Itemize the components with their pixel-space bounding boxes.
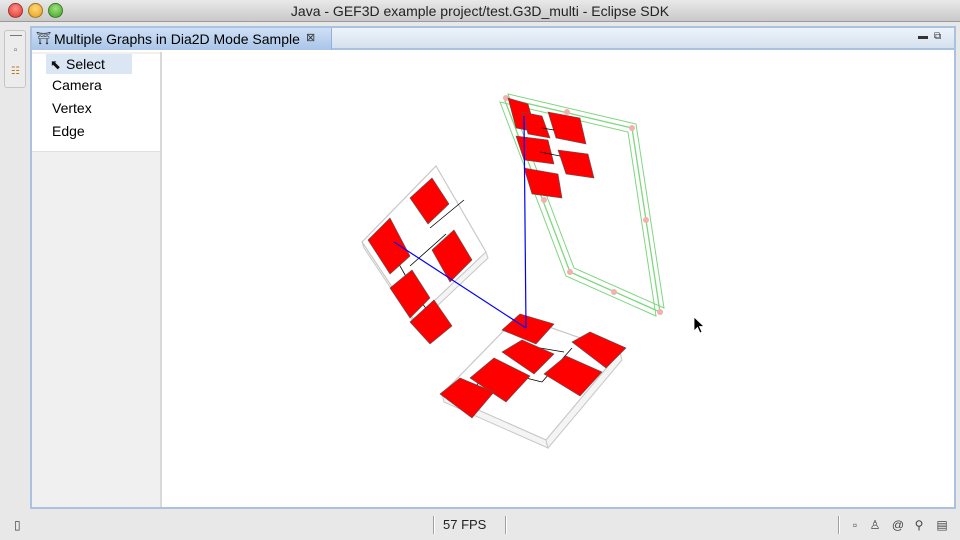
mouse-cursor-icon (693, 316, 706, 334)
status-separator (505, 516, 507, 534)
fast-view-icon[interactable]: ▯ (14, 516, 32, 534)
graph-node[interactable] (521, 111, 551, 139)
at-icon[interactable]: @ (891, 517, 905, 533)
palette-tool-edge[interactable]: Edge (32, 120, 160, 143)
diagram-plane-left[interactable] (361, 165, 489, 345)
status-separator (433, 516, 435, 534)
editor-icon: ⛩ (36, 31, 52, 45)
editor-area: ⛩ Multiple Graphs in Dia2D Mode Sample ⊠… (30, 26, 956, 509)
hierarchy-icon[interactable]: ☷ (10, 66, 21, 77)
palette-tool-vertex[interactable]: Vertex (32, 97, 160, 120)
palette-tool-label: Vertex (52, 100, 92, 116)
trim-separator (10, 35, 22, 36)
editor-tab-label: Multiple Graphs in Dia2D Mode Sample (54, 31, 300, 47)
window-title: Java - GEF3D example project/test.G3D_mu… (290, 3, 670, 19)
palette-tool-camera[interactable]: Camera (32, 74, 160, 97)
maximize-view-icon[interactable]: ⧉ (934, 31, 946, 43)
palette-drawer: ⬉ Select Camera Vertex Edge (32, 54, 160, 152)
search-icon[interactable]: ⚲ (912, 517, 926, 533)
minimize-view-icon[interactable]: ▬ (918, 31, 930, 43)
scene-svg[interactable] (164, 52, 954, 507)
editor-tab[interactable]: ⛩ Multiple Graphs in Dia2D Mode Sample ⊠ (32, 28, 332, 50)
console-icon[interactable]: ▤ (935, 517, 949, 533)
left-trim-stack: ▫ ☷ (4, 30, 26, 88)
graph-node[interactable] (547, 111, 587, 145)
status-bar: ▯ 57 FPS ▫ ♙ @ ⚲ ▤ (0, 512, 960, 540)
palette-tool-label: Camera (52, 77, 102, 93)
graph-node[interactable] (523, 167, 563, 199)
graph-node[interactable] (557, 149, 595, 179)
tool-palette: ⬉ Select Camera Vertex Edge (32, 52, 162, 507)
tab-close-icon[interactable]: ⊠ (306, 32, 318, 44)
person-icon[interactable]: ♙ (868, 517, 882, 533)
diagram-plane-bottom[interactable] (439, 313, 627, 450)
arrow-cursor-icon: ⬉ (50, 57, 61, 72)
status-separator (838, 516, 840, 534)
palette-tool-label: Select (66, 56, 105, 72)
restore-icon[interactable]: ▫ (848, 517, 862, 533)
restore-icon[interactable]: ▫ (10, 45, 21, 56)
window-titlebar: Java - GEF3D example project/test.G3D_mu… (0, 0, 960, 22)
fps-counter: 57 FPS (443, 517, 487, 532)
palette-tool-select[interactable]: ⬉ Select (46, 54, 132, 74)
editor-tabbar: ⛩ Multiple Graphs in Dia2D Mode Sample ⊠… (32, 28, 954, 50)
palette-tool-label: Edge (52, 123, 85, 139)
gef3d-canvas[interactable] (164, 52, 954, 507)
